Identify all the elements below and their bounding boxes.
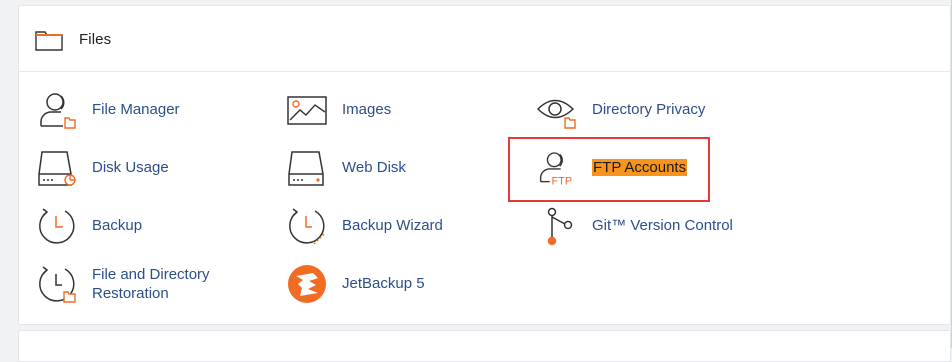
file-manager-icon xyxy=(40,93,76,129)
item-label: Web Disk xyxy=(342,159,406,176)
directory-privacy-link[interactable]: Directory Privacy xyxy=(537,90,727,130)
section-title: Files xyxy=(79,31,112,48)
item-label: JetBackup 5 xyxy=(342,275,425,292)
images-icon xyxy=(287,96,327,125)
directory-privacy-icon xyxy=(537,99,576,129)
jetbackup-link[interactable]: JetBackup 5 xyxy=(287,264,467,304)
jetbackup-icon xyxy=(288,265,326,303)
backup-wizard-link[interactable]: Backup Wizard xyxy=(287,206,467,246)
panel-header: Files xyxy=(19,6,950,72)
backup-link[interactable]: Backup xyxy=(37,206,217,246)
item-label: Directory Privacy xyxy=(592,101,706,118)
item-label: Git™ Version Control xyxy=(592,217,733,234)
item-label: Disk Usage xyxy=(92,159,169,176)
backup-wizard-icon xyxy=(289,208,326,245)
item-label: Images xyxy=(342,101,392,118)
file-manager-link[interactable]: File Manager xyxy=(37,90,217,130)
web-disk-link[interactable]: Web Disk xyxy=(287,148,467,188)
item-label: Backup xyxy=(92,217,143,234)
item-label: File Manager xyxy=(92,101,180,118)
folder-icon xyxy=(35,31,63,51)
images-link[interactable]: Images xyxy=(287,90,467,130)
restoration-icon xyxy=(39,266,76,303)
annotation-highlight-box xyxy=(508,137,710,202)
item-label: File and Directory Restoration xyxy=(92,266,210,302)
web-disk-icon xyxy=(288,151,324,186)
item-label: Backup Wizard xyxy=(342,217,443,234)
disk-usage-link[interactable]: Disk Usage xyxy=(37,148,217,188)
next-panel xyxy=(18,330,951,362)
git-version-control-link[interactable]: Git™ Version Control xyxy=(537,206,737,246)
backup-icon xyxy=(39,208,75,244)
file-directory-restoration-link[interactable]: File and Directory Restoration xyxy=(37,264,227,304)
git-version-control-icon xyxy=(547,207,573,246)
disk-usage-icon xyxy=(38,151,76,186)
